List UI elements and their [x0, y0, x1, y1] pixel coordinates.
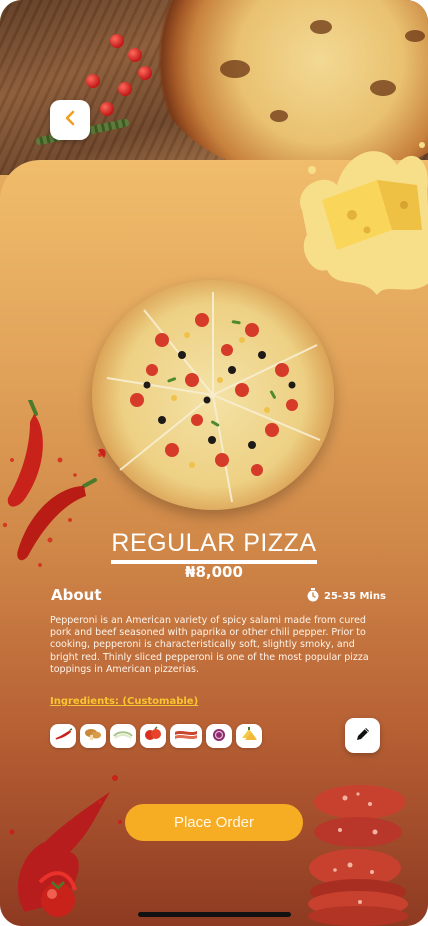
cherry-tomato-image — [110, 34, 124, 48]
ingredient-chip-onion[interactable] — [110, 724, 136, 748]
mushroom-icon — [83, 726, 103, 746]
prep-time-label: 25-35 Mins — [324, 591, 386, 602]
chilli-icon — [53, 727, 73, 746]
edit-ingredients-button[interactable] — [345, 718, 380, 753]
cherry-tomato-image — [128, 48, 142, 62]
prep-time: 25-35 Mins — [306, 588, 386, 605]
about-heading: About — [51, 586, 102, 604]
product-description: Pepperoni is an American variety of spic… — [50, 615, 369, 675]
ingredient-chip-red-onion[interactable] — [206, 724, 232, 748]
product-title: REGULAR PIZZA — [0, 529, 428, 562]
bacon-icon — [173, 727, 199, 746]
pineapple-icon — [239, 726, 259, 746]
ingredient-chip-chilli[interactable] — [50, 724, 76, 748]
cheese-splash-image — [300, 142, 428, 295]
red-onion-icon — [210, 726, 228, 746]
home-indicator — [138, 912, 291, 917]
pizza-image — [92, 280, 334, 510]
cherry-tomato-image — [100, 102, 114, 116]
ingredient-chip-mushroom[interactable] — [80, 724, 106, 748]
tomato-splash-image — [9, 775, 122, 917]
place-order-button[interactable]: Place Order — [125, 804, 303, 841]
onion-icon — [112, 727, 134, 746]
pepperoni-slices-image — [308, 785, 408, 926]
back-button[interactable] — [50, 100, 90, 140]
ingredients-link[interactable]: Ingredients: (Customable) — [50, 696, 198, 707]
cherry-tomato-image — [118, 82, 132, 96]
ingredient-chip-pineapple[interactable] — [236, 724, 262, 748]
product-detail-screen: REGULAR PIZZA ₦8,000 About 25-35 Mins Pe… — [0, 0, 428, 926]
ingredient-chip-tomato[interactable] — [140, 724, 166, 748]
pencil-icon — [355, 726, 371, 746]
tomato-icon — [143, 726, 163, 746]
stopwatch-icon — [306, 588, 320, 605]
product-price: ₦8,000 — [185, 563, 243, 581]
ingredient-list — [50, 724, 262, 748]
chevron-left-icon — [62, 110, 78, 130]
cherry-tomato-image — [138, 66, 152, 80]
ingredient-chip-bacon[interactable] — [170, 724, 202, 748]
cherry-tomato-image — [86, 74, 100, 88]
